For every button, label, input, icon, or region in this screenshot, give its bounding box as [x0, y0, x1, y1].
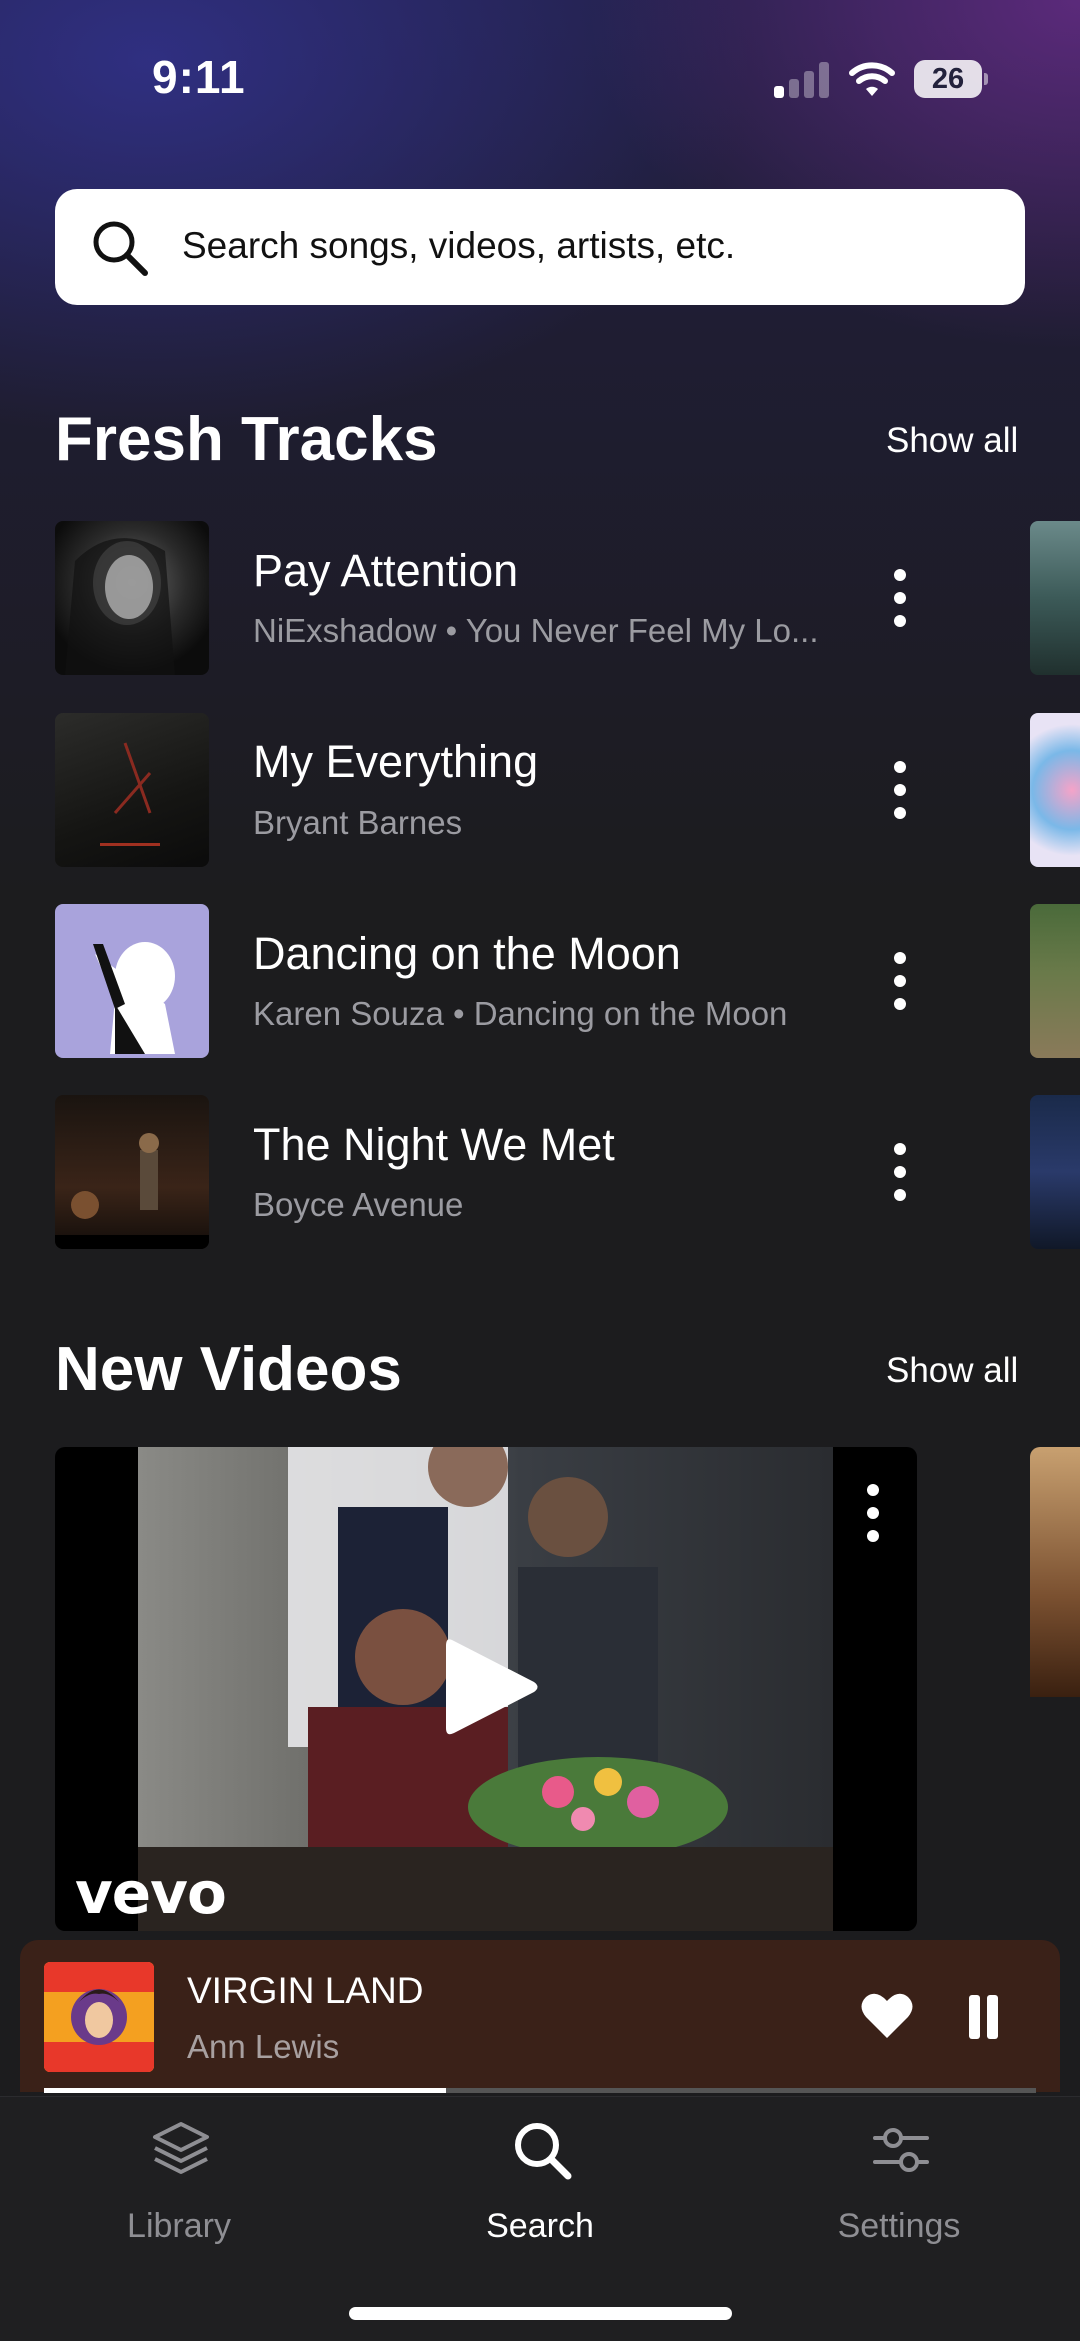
track-artwork[interactable]	[55, 1095, 209, 1249]
track-subtitle: Boyce Avenue	[253, 1186, 464, 1223]
now-playing-artist: Ann Lewis	[187, 2028, 340, 2065]
now-playing-bar[interactable]: VIRGIN LAND Ann Lewis	[20, 1940, 1060, 2092]
fresh-tracks-show-all[interactable]: Show all	[886, 421, 1018, 461]
wifi-icon	[849, 62, 895, 96]
heart-icon[interactable]	[860, 1992, 914, 2040]
sliders-icon	[873, 2128, 929, 2172]
tab-library[interactable]: Library	[49, 2118, 309, 2258]
new-videos-show-all[interactable]: Show all	[886, 1351, 1018, 1391]
status-time: 9:11	[152, 51, 246, 103]
track-title[interactable]: Pay Attention	[253, 545, 518, 597]
pause-icon[interactable]	[969, 1995, 980, 2039]
cellular-signal-icon	[774, 60, 830, 98]
battery-level: 26	[931, 63, 965, 95]
pause-icon-bar[interactable]	[987, 1995, 998, 2039]
layers-icon	[153, 2122, 209, 2174]
track-artwork[interactable]	[55, 713, 209, 867]
track-more-options-icon[interactable]	[880, 1137, 920, 1207]
track-more-options-icon[interactable]	[880, 946, 920, 1016]
tab-settings[interactable]: Settings	[769, 2118, 1029, 2258]
vevo-logo: vevo	[75, 1859, 227, 1927]
track-more-options-icon[interactable]	[880, 563, 920, 633]
video-more-options-icon[interactable]	[853, 1478, 893, 1548]
playback-progress-fill	[44, 2088, 446, 2093]
video-card-peek[interactable]	[1030, 1447, 1080, 1697]
new-videos-title: New Videos	[55, 1335, 402, 1404]
battery-icon: 26	[914, 60, 988, 98]
track-title[interactable]: My Everything	[253, 736, 538, 788]
track-artwork-peek[interactable]	[1030, 713, 1080, 867]
track-title[interactable]: The Night We Met	[253, 1119, 615, 1171]
tab-search-label: Search	[486, 2207, 594, 2245]
fresh-tracks-title: Fresh Tracks	[55, 405, 438, 474]
track-subtitle: Karen Souza • Dancing on the Moon	[253, 995, 788, 1032]
now-playing-artwork[interactable]	[44, 1962, 154, 2072]
home-indicator	[349, 2307, 732, 2320]
track-subtitle: NiExshadow • You Never Feel My Lo...	[253, 612, 819, 649]
tab-search[interactable]: Search	[410, 2118, 670, 2258]
search-icon	[515, 2123, 572, 2180]
track-artwork[interactable]	[55, 904, 209, 1058]
track-title[interactable]: Dancing on the Moon	[253, 928, 681, 980]
video-card[interactable]: vevo	[55, 1447, 917, 1931]
track-artwork-peek[interactable]	[1030, 521, 1080, 675]
search-icon	[93, 221, 148, 276]
track-artwork-peek[interactable]	[1030, 904, 1080, 1058]
search-input[interactable]: Search songs, videos, artists, etc.	[55, 189, 1025, 305]
tab-settings-label: Settings	[837, 2207, 961, 2245]
track-subtitle: Bryant Barnes	[253, 804, 463, 841]
now-playing-title: VIRGIN LAND	[187, 1970, 424, 2011]
track-artwork[interactable]	[55, 521, 209, 675]
track-artwork-peek[interactable]	[1030, 1095, 1080, 1249]
tab-library-label: Library	[127, 2207, 231, 2245]
search-placeholder: Search songs, videos, artists, etc.	[182, 225, 736, 266]
play-icon[interactable]	[438, 1632, 542, 1742]
track-more-options-icon[interactable]	[880, 755, 920, 825]
